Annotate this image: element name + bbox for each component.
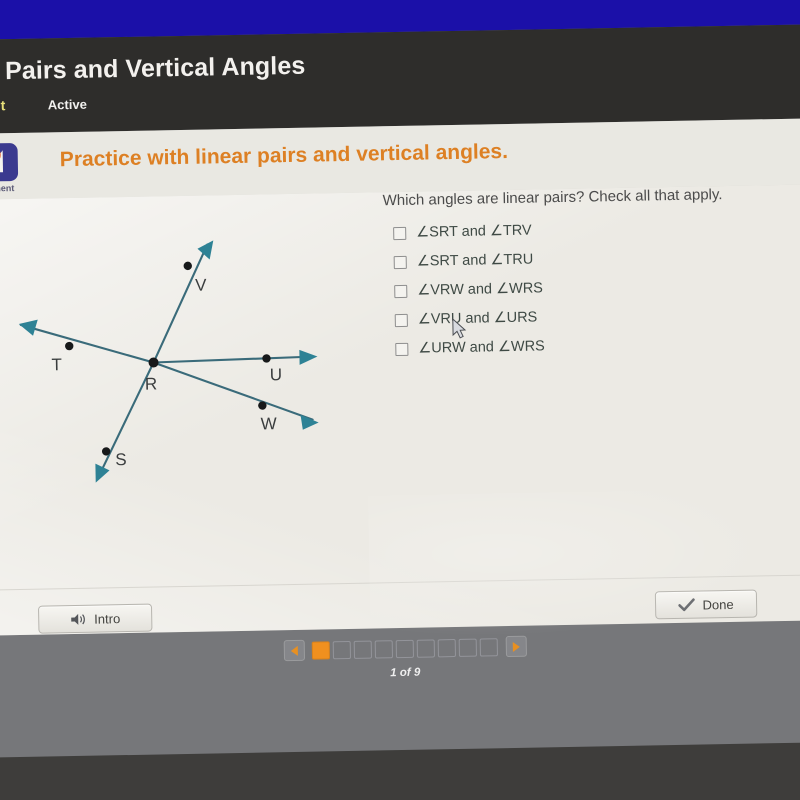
label-w: W bbox=[261, 414, 277, 433]
left-arrow-icon bbox=[290, 645, 298, 656]
assignment-type-label: gnment bbox=[0, 97, 6, 115]
assignment-icon: assignment bbox=[0, 142, 20, 194]
screen-bezel-bottom bbox=[0, 742, 800, 800]
mouse-cursor-icon bbox=[452, 318, 467, 339]
pagination-prev-button[interactable] bbox=[283, 639, 305, 662]
ray-rw bbox=[152, 361, 314, 421]
option-row-3[interactable]: ∠VRW and ∠WRS bbox=[384, 276, 774, 299]
geometry-figure: T V U W S R bbox=[18, 240, 319, 483]
checkbox-option-5[interactable] bbox=[395, 342, 409, 356]
speaker-icon bbox=[71, 613, 85, 625]
label-v: V bbox=[195, 276, 207, 295]
pagination-label: 1 of 9 bbox=[390, 666, 421, 680]
page-title: ear Pairs and Vertical Angles bbox=[0, 51, 306, 86]
lesson-title: Practice with linear pairs and vertical … bbox=[59, 139, 509, 172]
checkbox-option-3[interactable] bbox=[394, 284, 408, 298]
option-row-1[interactable]: ∠SRT and ∠TRV bbox=[383, 218, 773, 241]
ray-rt bbox=[19, 323, 155, 364]
pagination-step-1[interactable] bbox=[311, 640, 331, 660]
ray-ru bbox=[152, 355, 313, 364]
pagination-controls bbox=[277, 635, 532, 662]
header-meta: gnment Active bbox=[0, 96, 87, 116]
status-badge: Active bbox=[47, 96, 87, 113]
pagination-step-8[interactable] bbox=[458, 638, 477, 657]
option-row-5[interactable]: ∠URW and ∠WRS bbox=[385, 334, 775, 357]
point-v bbox=[183, 261, 192, 271]
label-r: R bbox=[145, 374, 158, 393]
point-r bbox=[148, 357, 159, 368]
ray-rv bbox=[152, 243, 209, 364]
pagination-step-3[interactable] bbox=[353, 640, 372, 659]
checkbox-option-2[interactable] bbox=[393, 255, 407, 269]
option-label-5: ∠URW and ∠WRS bbox=[418, 338, 545, 357]
assignment-icon-caption: assignment bbox=[0, 183, 15, 194]
arrowhead-u bbox=[299, 349, 318, 365]
arrowhead-t bbox=[18, 319, 38, 336]
label-u: U bbox=[270, 365, 283, 384]
pagination-step-9[interactable] bbox=[479, 637, 498, 657]
option-label-2: ∠SRT and ∠TRU bbox=[416, 251, 534, 270]
label-t: T bbox=[51, 355, 62, 374]
pagination-step-5[interactable] bbox=[395, 639, 414, 658]
pagination: 1 of 9 bbox=[0, 630, 800, 686]
checkmark-icon bbox=[678, 597, 696, 611]
screen-photo: ear Pairs and Vertical Angles gnment Act… bbox=[0, 0, 800, 800]
arrowhead-v bbox=[197, 240, 214, 260]
pagination-step-4[interactable] bbox=[374, 639, 393, 659]
point-u bbox=[262, 354, 271, 363]
intro-button-label: Intro bbox=[94, 610, 121, 627]
option-label-3: ∠VRW and ∠WRS bbox=[417, 280, 544, 299]
pagination-step-7[interactable] bbox=[437, 638, 456, 657]
point-t bbox=[65, 341, 74, 351]
pagination-next-button[interactable] bbox=[505, 635, 527, 658]
intro-button[interactable]: Intro bbox=[37, 603, 153, 634]
option-row-2[interactable]: ∠SRT and ∠TRU bbox=[384, 247, 774, 270]
option-label-1: ∠SRT and ∠TRV bbox=[416, 222, 532, 241]
screenshot-stage: ear Pairs and Vertical Angles gnment Act… bbox=[0, 0, 800, 800]
option-label-4: ∠VRU and ∠URS bbox=[417, 309, 538, 328]
pagination-step-2[interactable] bbox=[332, 640, 352, 659]
arrowhead-w bbox=[300, 414, 319, 430]
right-arrow-icon bbox=[512, 641, 520, 652]
question-panel: Which angles are linear pairs? Check all… bbox=[382, 185, 775, 370]
app-header: ear Pairs and Vertical Angles gnment Act… bbox=[0, 24, 800, 134]
checkbox-option-1[interactable] bbox=[393, 226, 407, 240]
done-button[interactable]: Done bbox=[654, 589, 758, 620]
label-s: S bbox=[115, 450, 127, 469]
pagination-step-6[interactable] bbox=[416, 638, 435, 658]
option-row-4[interactable]: ∠VRU and ∠URS bbox=[385, 305, 775, 328]
checkbox-option-4[interactable] bbox=[394, 313, 408, 327]
done-button-label: Done bbox=[702, 596, 734, 612]
figure-labels: T V U W S R bbox=[51, 276, 283, 470]
assignment-icon-box bbox=[0, 142, 19, 182]
